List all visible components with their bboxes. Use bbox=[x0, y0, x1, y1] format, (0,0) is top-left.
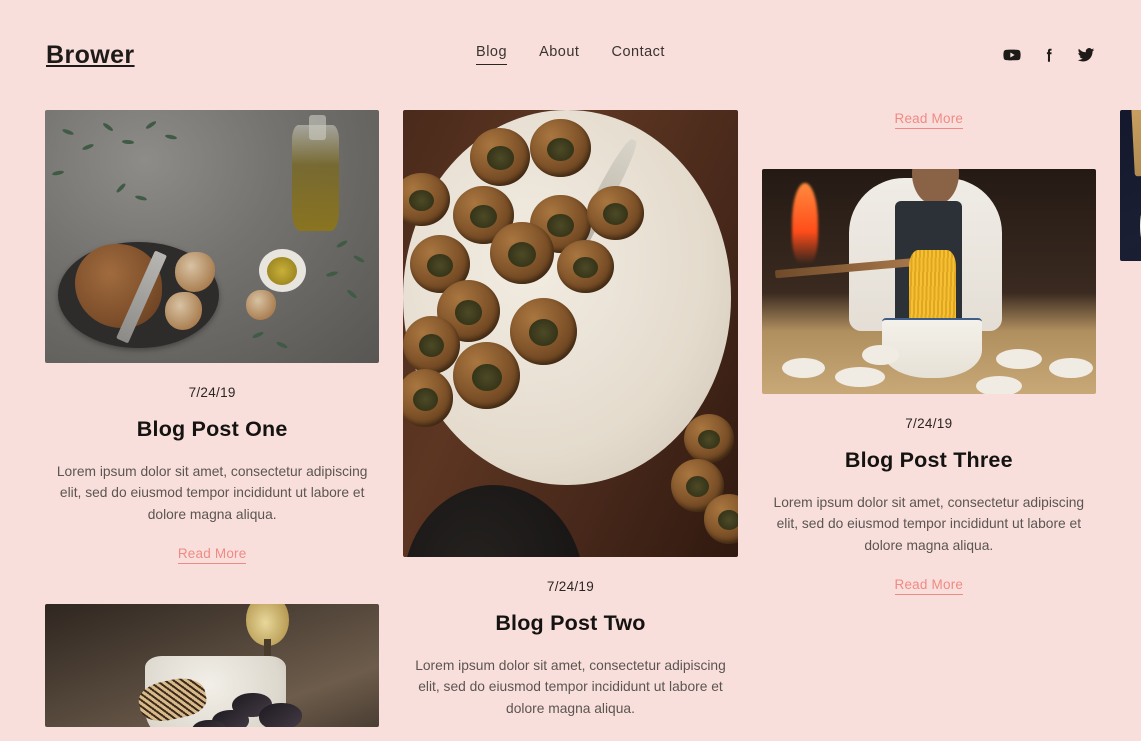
post-title[interactable]: Blog Post Two bbox=[403, 611, 737, 636]
post-date: 7/24/19 bbox=[546, 579, 595, 594]
nav-item-contact[interactable]: Contact bbox=[611, 44, 664, 65]
post-title[interactable]: Blog Post One bbox=[45, 417, 379, 442]
post-excerpt: Lorem ipsum dolor sit amet, consectetur … bbox=[773, 495, 1085, 553]
post-excerpt: Lorem ipsum dolor sit amet, consectetur … bbox=[415, 658, 726, 716]
post-text-block: 7/24/19 Blog Post Three Lorem ipsum dolo… bbox=[762, 394, 1096, 596]
post-image-bread-and-oil[interactable] bbox=[45, 110, 380, 363]
main-navigation: Blog About Contact bbox=[0, 44, 1141, 65]
blog-post-grid: 7/24/19 Blog Post One Lorem ipsum dolor … bbox=[0, 110, 1141, 741]
blog-post-card bbox=[45, 604, 380, 728]
post-date: 7/24/19 bbox=[905, 416, 953, 431]
post-text-block: 7/24/19 Blog Post One Lorem ipsum dolor … bbox=[45, 363, 379, 565]
blog-post-card: 7/24/19 Blog Post Three Lorem ipsum dolo… bbox=[761, 169, 1096, 596]
blog-post-card bbox=[1119, 110, 1141, 261]
nav-item-blog[interactable]: Blog bbox=[476, 44, 508, 65]
read-more-link[interactable]: Read More bbox=[894, 577, 964, 596]
nav-item-about[interactable]: About bbox=[539, 44, 579, 65]
blog-post-card: 7/24/19 Blog Post One Lorem ipsum dolor … bbox=[45, 110, 380, 565]
post-image-escargot[interactable] bbox=[403, 110, 738, 557]
post-image-cheese-board-flatlay[interactable] bbox=[1119, 110, 1141, 261]
read-more-link[interactable]: Read More bbox=[177, 546, 247, 565]
post-excerpt: Lorem ipsum dolor sit amet, consectetur … bbox=[56, 464, 368, 522]
post-image-mussels-and-wine[interactable] bbox=[45, 604, 380, 728]
read-more-link[interactable]: Read More bbox=[894, 111, 964, 129]
post-title[interactable]: Blog Post Three bbox=[762, 448, 1096, 473]
post-image-ramen-chef[interactable] bbox=[761, 169, 1096, 394]
site-header: Brower Blog About Contact bbox=[0, 0, 1141, 110]
post-date: 7/24/19 bbox=[188, 385, 236, 400]
